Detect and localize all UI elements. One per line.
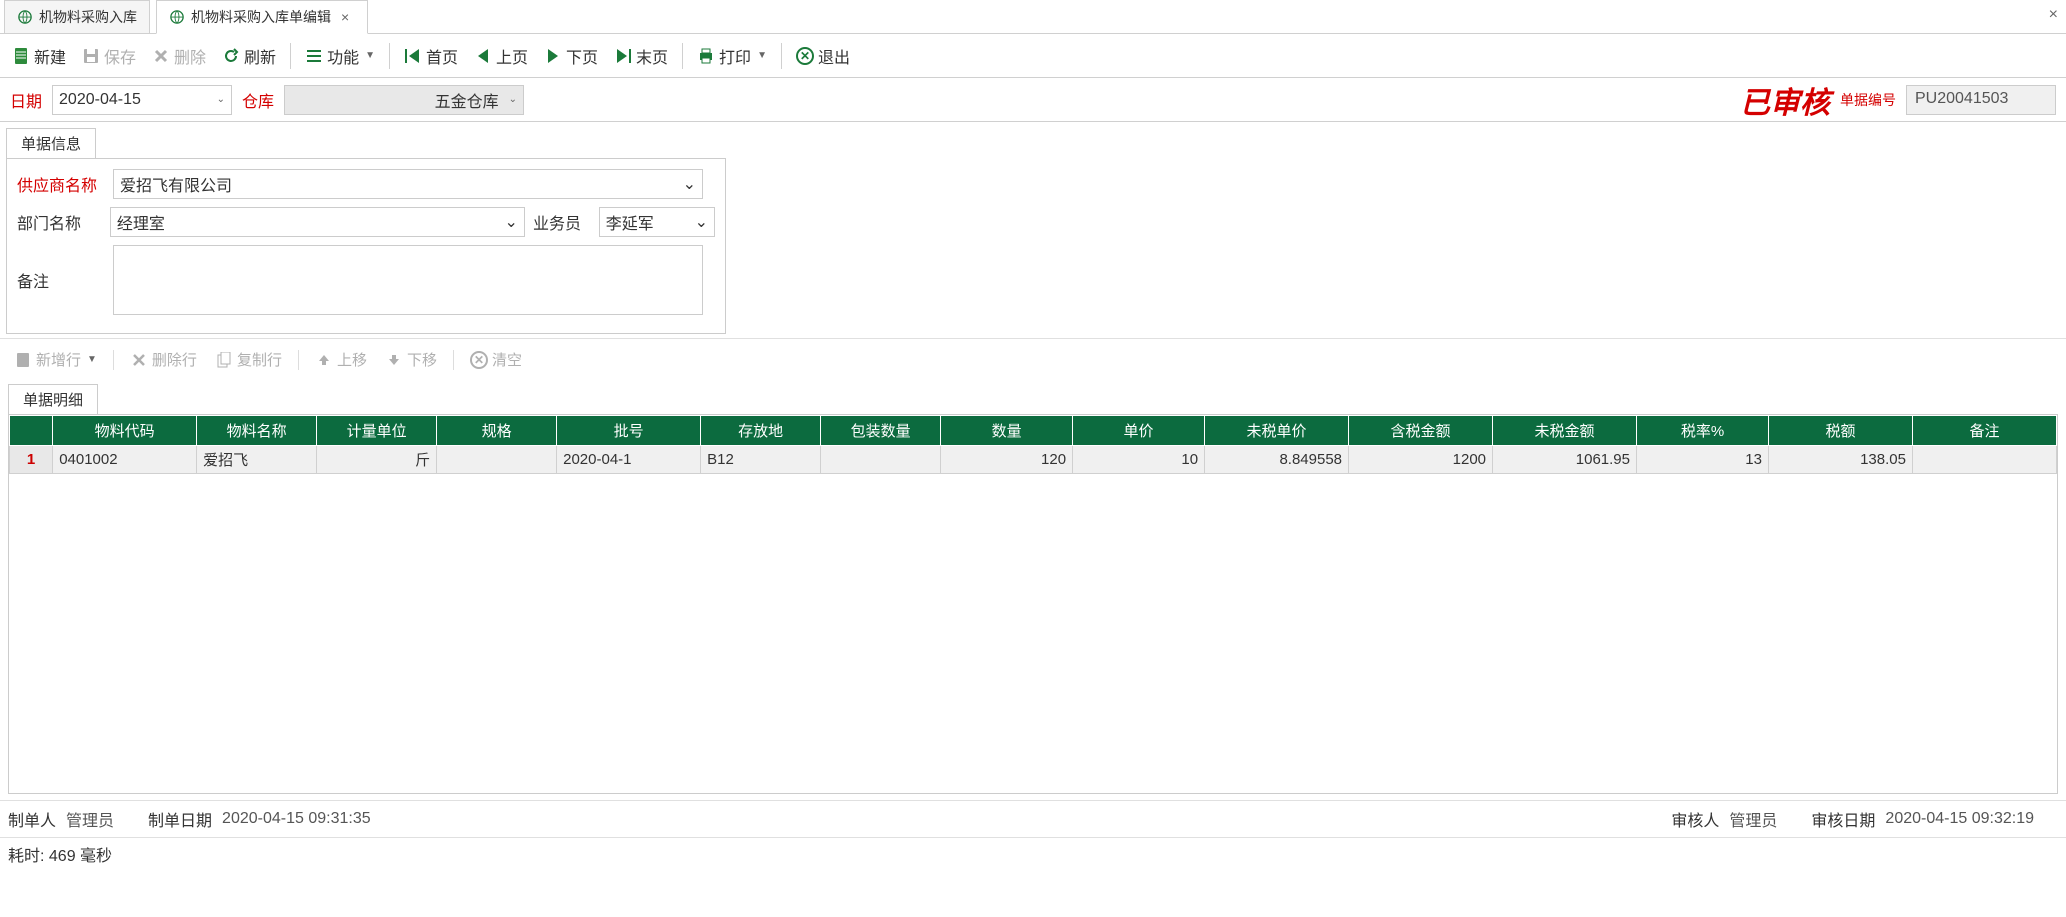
dept-label: 部门名称 [17, 210, 102, 234]
chevron-down-icon: ⌄ [217, 94, 225, 105]
clerk-label: 业务员 [533, 210, 591, 234]
main-toolbar: 新建 保存 删除 刷新 功能 ▼ 首页 上页 下页 末页 打印 ▼ ✕ [0, 34, 2066, 78]
audit-date-label: 审核日期 [1811, 807, 1875, 831]
status-bar: 耗时: 469 毫秒 [0, 837, 2066, 870]
save-icon [82, 47, 100, 65]
creator-label: 制单人 [8, 807, 56, 831]
exit-button[interactable]: ✕ 退出 [790, 40, 856, 72]
prev-icon [474, 47, 492, 65]
close-all-icon[interactable]: × [2049, 6, 2058, 24]
arrow-down-icon [385, 351, 403, 369]
table-row[interactable]: 1 0401002 爱招飞 斤 2020-04-1 B12 120 10 8.8… [10, 446, 2057, 474]
first-icon [404, 47, 422, 65]
function-button[interactable]: 功能 ▼ [299, 40, 381, 72]
copy-icon [215, 351, 233, 369]
last-icon [614, 47, 632, 65]
globe-icon [169, 9, 185, 25]
copy-row-button[interactable]: 复制行 [209, 345, 288, 374]
footer-info: 制单人 管理员 制单日期 2020-04-15 09:31:35 审核人 管理员… [0, 800, 2066, 837]
detail-section: 单据明细 物料代码 物料名称 计量单位 规格 批号 存放地 包装数量 数量 单价… [0, 380, 2066, 794]
clerk-select[interactable]: 李延军⌄ [599, 207, 715, 237]
chevron-down-icon: ▼ [757, 50, 767, 61]
chevron-down-icon: ⌄ [683, 174, 696, 194]
info-panel: 供应商名称 爱招飞有限公司⌄ 部门名称 经理室⌄ 业务员 李延军⌄ 备注 [6, 158, 726, 334]
next-icon [544, 47, 562, 65]
remark-label: 备注 [17, 268, 105, 292]
first-page-button[interactable]: 首页 [398, 40, 464, 72]
delete-row-button[interactable]: 删除行 [124, 345, 203, 374]
file-new-icon [12, 47, 30, 65]
chevron-down-icon: ▼ [365, 50, 375, 61]
create-date-label: 制单日期 [148, 807, 212, 831]
save-button[interactable]: 保存 [76, 40, 142, 72]
delete-icon [130, 351, 148, 369]
print-button[interactable]: 打印 ▼ [691, 40, 773, 72]
add-row-button[interactable]: 新增行 ▼ [8, 345, 103, 374]
chevron-down-icon: ⌄ [505, 212, 518, 232]
prev-page-button[interactable]: 上页 [468, 40, 534, 72]
new-button[interactable]: 新建 [6, 40, 72, 72]
move-up-button[interactable]: 上移 [309, 345, 373, 374]
delete-button[interactable]: 删除 [146, 40, 212, 72]
move-down-button[interactable]: 下移 [379, 345, 443, 374]
tab-purchase-in-edit[interactable]: 机物料采购入库单编辑 × [156, 0, 368, 34]
audit-stamp: 已审核 [1740, 78, 1830, 122]
tab-label: 机物料采购入库 [39, 7, 137, 27]
auditor-label: 审核人 [1671, 807, 1719, 831]
refresh-button[interactable]: 刷新 [216, 40, 282, 72]
warehouse-label: 仓库 [242, 88, 274, 112]
clear-icon: ✕ [470, 351, 488, 369]
header-form: 日期 2020-04-15⌄ 仓库 五金仓库⌄ 已审核 单据编号 PU20041… [0, 78, 2066, 122]
detail-table-wrap[interactable]: 物料代码 物料名称 计量单位 规格 批号 存放地 包装数量 数量 单价 未税单价… [8, 414, 2058, 794]
row-toolbar: 新增行 ▼ 删除行 复制行 上移 下移 ✕ 清空 [0, 338, 2066, 380]
docno-label: 单据编号 [1840, 90, 1896, 110]
date-label: 日期 [10, 88, 42, 112]
info-section: 单据信息 供应商名称 爱招飞有限公司⌄ 部门名称 经理室⌄ 业务员 李延军⌄ 备… [0, 122, 2066, 334]
auditor-value: 管理员 [1729, 807, 1777, 831]
tab-label: 机物料采购入库单编辑 [191, 7, 331, 27]
supplier-label: 供应商名称 [17, 172, 105, 196]
date-input[interactable]: 2020-04-15⌄ [52, 85, 232, 115]
warehouse-select[interactable]: 五金仓库⌄ [284, 85, 524, 115]
dept-select[interactable]: 经理室⌄ [110, 207, 525, 237]
creator-value: 管理员 [66, 807, 114, 831]
list-icon [305, 47, 323, 65]
elapsed-text: 耗时: 469 毫秒 [8, 848, 112, 865]
audit-date-value: 2020-04-15 09:32:19 [1885, 810, 2034, 828]
file-icon [14, 351, 32, 369]
remark-textarea[interactable] [113, 245, 703, 315]
close-icon[interactable]: × [341, 9, 355, 25]
chevron-down-icon: ⌄ [509, 94, 517, 105]
refresh-icon [222, 47, 240, 65]
exit-icon: ✕ [796, 47, 814, 65]
chevron-down-icon: ▼ [87, 354, 97, 365]
tab-purchase-in[interactable]: 机物料采购入库 [4, 0, 150, 33]
detail-table: 物料代码 物料名称 计量单位 规格 批号 存放地 包装数量 数量 单价 未税单价… [9, 415, 2057, 474]
info-tab[interactable]: 单据信息 [6, 128, 96, 158]
chevron-down-icon: ⌄ [695, 212, 708, 232]
last-page-button[interactable]: 末页 [608, 40, 674, 72]
globe-icon [17, 9, 33, 25]
tab-bar: 机物料采购入库 机物料采购入库单编辑 × × [0, 0, 2066, 34]
supplier-select[interactable]: 爱招飞有限公司⌄ [113, 169, 703, 199]
create-date-value: 2020-04-15 09:31:35 [222, 810, 371, 828]
clear-button[interactable]: ✕ 清空 [464, 345, 528, 374]
arrow-up-icon [315, 351, 333, 369]
print-icon [697, 47, 715, 65]
docno-value: PU20041503 [1906, 85, 2056, 115]
delete-icon [152, 47, 170, 65]
table-header-row: 物料代码 物料名称 计量单位 规格 批号 存放地 包装数量 数量 单价 未税单价… [10, 416, 2057, 446]
detail-tab[interactable]: 单据明细 [8, 384, 98, 414]
next-page-button[interactable]: 下页 [538, 40, 604, 72]
